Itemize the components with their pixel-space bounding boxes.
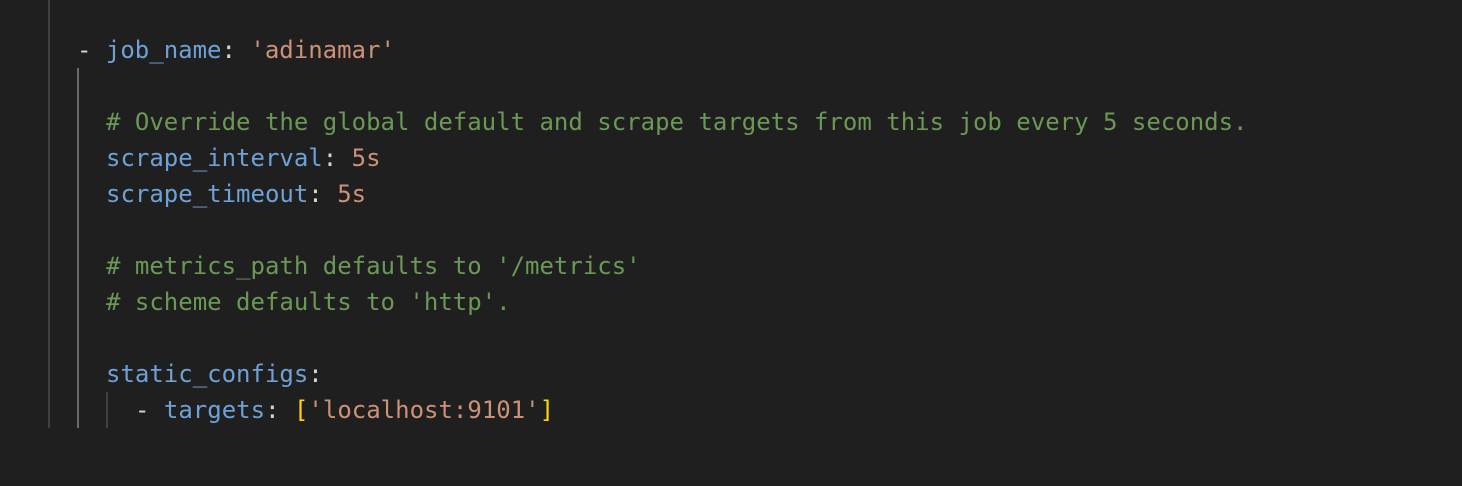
code-line-job-name[interactable]: - job_name: 'adinamar' xyxy=(77,32,395,68)
code-line-scrape-timeout[interactable]: scrape_timeout: 5s xyxy=(106,176,366,212)
yaml-colon: : xyxy=(322,144,352,172)
yaml-colon: : xyxy=(221,36,251,64)
yaml-colon: : xyxy=(265,396,294,424)
close-bracket: ] xyxy=(539,396,555,424)
list-dash: - xyxy=(135,396,150,424)
yaml-colon: : xyxy=(308,360,323,388)
yaml-key: scrape_timeout xyxy=(106,180,309,208)
indent-guide-item xyxy=(77,68,79,428)
yaml-key: scrape_interval xyxy=(106,144,323,172)
indent-guide-outer xyxy=(48,0,50,428)
yaml-key: targets xyxy=(163,396,266,424)
yaml-comment: # scheme defaults to 'http'. xyxy=(106,288,511,316)
code-line-static-configs[interactable]: static_configs: xyxy=(106,356,323,392)
yaml-comment: # metrics_path defaults to '/metrics' xyxy=(106,252,641,280)
code-line-targets[interactable]: - targets: ['localhost:9101'] xyxy=(135,392,554,428)
code-line-comment-metrics-path[interactable]: # metrics_path defaults to '/metrics' xyxy=(106,248,641,284)
yaml-key: job_name xyxy=(105,36,222,64)
list-dash: - xyxy=(77,36,92,64)
code-line-comment-scheme[interactable]: # scheme defaults to 'http'. xyxy=(106,284,511,320)
open-bracket: [ xyxy=(293,396,309,424)
yaml-comment: # Override the global default and scrape… xyxy=(106,108,1248,136)
code-line-comment-override[interactable]: # Override the global default and scrape… xyxy=(106,104,1248,140)
yaml-colon: : xyxy=(308,180,338,208)
code-editor[interactable]: - job_name: 'adinamar' # Override the gl… xyxy=(0,0,1462,486)
yaml-string-value: 'adinamar' xyxy=(250,36,395,64)
code-line-scrape-interval[interactable]: scrape_interval: 5s xyxy=(106,140,381,176)
yaml-value: 5s xyxy=(337,180,367,208)
yaml-key: static_configs xyxy=(106,360,309,388)
indent-guide-static-configs xyxy=(106,392,108,428)
yaml-string-value: 'localhost:9101' xyxy=(308,396,540,424)
yaml-value: 5s xyxy=(351,144,381,172)
